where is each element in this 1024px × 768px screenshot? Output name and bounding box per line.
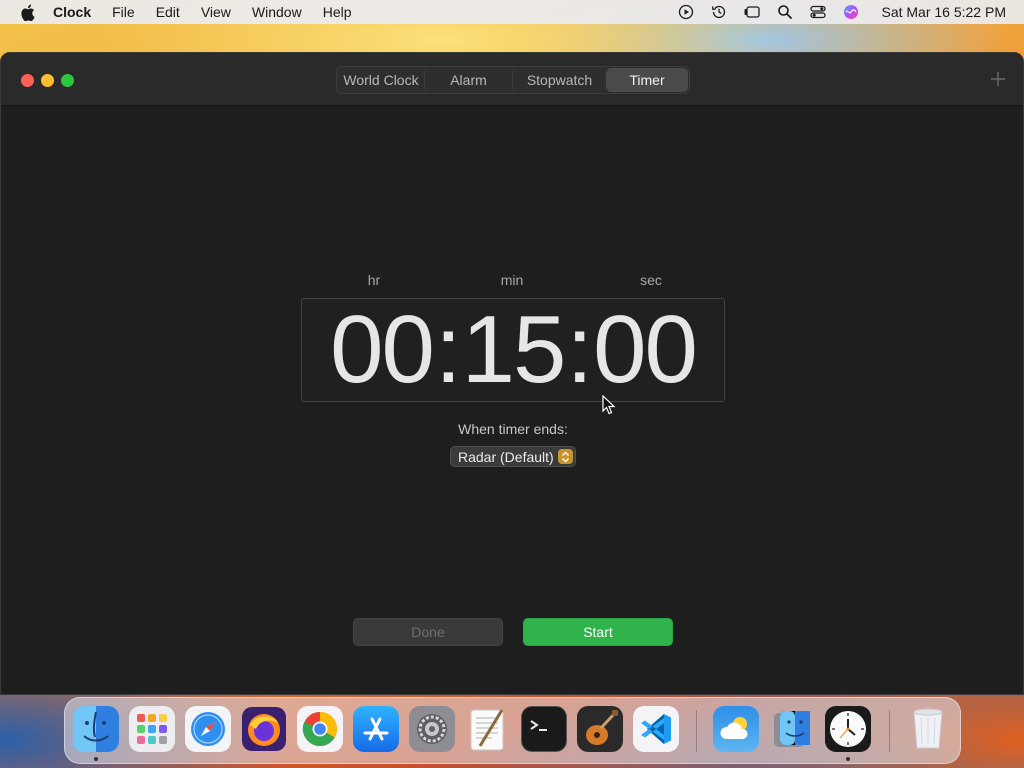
hours-label: hr — [367, 272, 381, 288]
tab-world-clock[interactable]: World Clock — [338, 68, 424, 92]
dock-separator — [889, 710, 890, 752]
close-window-button[interactable] — [21, 74, 34, 87]
seconds-label: sec — [640, 272, 662, 288]
dock-separator — [696, 710, 697, 752]
minutes-label: min — [500, 272, 524, 288]
menu-file[interactable]: File — [112, 4, 135, 20]
menu-bar: Clock File Edit View Window Help Sat Mar… — [0, 0, 1024, 24]
when-timer-ends-label: When timer ends: — [458, 421, 568, 437]
launchpad-icon[interactable] — [129, 706, 175, 752]
settings-icon[interactable] — [409, 706, 455, 752]
menu-help[interactable]: Help — [323, 4, 352, 20]
clock-mode-tabs: World Clock Alarm Stopwatch Timer — [336, 66, 690, 94]
firefox-icon[interactable] — [241, 706, 287, 752]
garageband-icon[interactable] — [577, 706, 623, 752]
vscode-icon[interactable] — [633, 706, 679, 752]
tab-timer[interactable]: Timer — [606, 68, 688, 92]
add-icon[interactable] — [989, 70, 1007, 88]
textedit-icon[interactable] — [465, 706, 511, 752]
timer-sound-select[interactable]: Radar (Default) — [450, 446, 576, 467]
tab-stopwatch[interactable]: Stopwatch — [512, 68, 606, 92]
time-separator: : — [566, 296, 593, 403]
menu-view[interactable]: View — [201, 4, 231, 20]
minimize-window-button[interactable] — [41, 74, 54, 87]
tab-alarm[interactable]: Alarm — [424, 68, 512, 92]
control-center-icon[interactable] — [809, 3, 827, 21]
mouse-pointer-icon — [602, 395, 616, 415]
app-store-icon[interactable] — [353, 706, 399, 752]
apple-menu-icon[interactable] — [19, 4, 35, 21]
menu-app-name[interactable]: Clock — [53, 4, 91, 20]
seconds-value[interactable]: 00 — [593, 295, 698, 405]
menu-edit[interactable]: Edit — [156, 4, 180, 20]
siri-icon[interactable] — [842, 3, 860, 21]
select-stepper-icon — [558, 449, 573, 464]
maximize-window-button[interactable] — [61, 74, 74, 87]
finder-recent-icon[interactable] — [769, 706, 815, 752]
menubar-datetime[interactable]: Sat Mar 16 5:22 PM — [881, 4, 1006, 20]
terminal-icon[interactable] — [521, 706, 567, 752]
clock-window: World Clock Alarm Stopwatch Timer hr min… — [0, 52, 1024, 695]
chrome-icon[interactable] — [297, 706, 343, 752]
stage-manager-icon[interactable] — [743, 3, 761, 21]
window-titlebar: World Clock Alarm Stopwatch Timer — [1, 53, 1023, 106]
safari-icon[interactable] — [185, 706, 231, 752]
spotlight-search-icon[interactable] — [776, 3, 794, 21]
dock — [64, 697, 961, 764]
running-indicator — [94, 757, 98, 761]
clock-icon[interactable] — [825, 706, 871, 752]
trash-icon[interactable] — [905, 706, 951, 752]
time-machine-icon[interactable] — [710, 3, 728, 21]
time-separator: : — [434, 296, 462, 403]
weather-icon[interactable] — [713, 706, 759, 752]
minutes-value[interactable]: 15 — [462, 295, 567, 405]
start-button[interactable]: Start — [523, 618, 673, 646]
running-indicator — [846, 757, 850, 761]
play-status-icon[interactable] — [677, 3, 695, 21]
timer-duration-picker[interactable]: 00 : 15 : 00 — [301, 295, 725, 405]
finder-icon[interactable] — [73, 706, 119, 752]
timer-sound-value: Radar (Default) — [458, 448, 554, 465]
done-button[interactable]: Done — [353, 618, 503, 646]
menu-window[interactable]: Window — [252, 4, 302, 20]
hours-value[interactable]: 00 — [330, 295, 435, 405]
